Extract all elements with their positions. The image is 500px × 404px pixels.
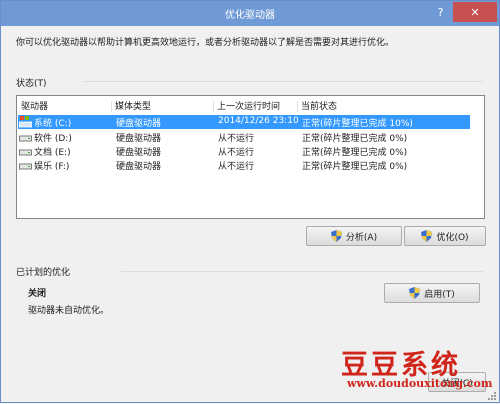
analyze-button-label: 分析(A) [345,232,378,243]
drive-last-run: 2014/12/26 23:10 [218,116,299,126]
drive-list[interactable]: 驱动器 媒体类型 上一次运行时间 当前状态 系统 (C:) 硬盘驱动器 2014… [16,95,485,219]
drive-name: 娱乐 (F:) [34,162,70,172]
window-title: 优化驱动器 [225,10,275,21]
uac-shield-icon [330,230,342,242]
drive-last-run: 从不运行 [218,134,255,144]
scheduled-note: 驱动器未自动优化。 [28,306,110,316]
drive-list-header: 驱动器 媒体类型 上一次运行时间 当前状态 [17,99,484,114]
drive-media-type: 硬盘驱动器 [116,134,162,144]
hard-drive-icon [19,159,32,174]
drive-status: 正常(碎片整理已完成 0%) [302,162,408,172]
status-section-label: 状态(T) [16,79,47,89]
column-header-last-run[interactable]: 上一次运行时间 [217,99,280,112]
drive-row-f[interactable]: 娱乐 (F:) 硬盘驱动器 从不运行 正常(碎片整理已完成 0%) [18,158,470,172]
system-drive-icon [18,116,33,131]
resize-grip-icon[interactable] [485,389,497,401]
optimize-button[interactable]: 优化(O) [404,226,486,246]
drive-row-e[interactable]: 文档 (E:) 硬盘驱动器 从不运行 正常(碎片整理已完成 0%) [18,144,470,158]
description-text: 你可以优化驱动器以帮助计算机更高效地运行，或者分析驱动器以了解是否需要对其进行优… [16,38,395,48]
drive-list-scrollbar[interactable] [471,96,483,218]
drive-row-d[interactable]: 软件 (D:) 硬盘驱动器 从不运行 正常(碎片整理已完成 0%) [18,130,470,144]
uac-shield-icon [409,287,421,299]
close-window-button[interactable]: ✕ [453,2,497,22]
column-divider [213,101,214,112]
column-divider [111,101,112,112]
drive-media-type: 硬盘驱动器 [116,162,162,172]
enable-button-label: 启用(T) [424,289,455,300]
analyze-button[interactable]: 分析(A) [306,226,402,246]
scheduled-optimization-label: 已计划的优化 [16,268,71,278]
column-header-media-type[interactable]: 媒体类型 [115,99,151,112]
title-bar[interactable]: 优化驱动器 ? ✕ [1,1,499,26]
drive-row-c[interactable]: 系统 (C:) 硬盘驱动器 2014/12/26 23:10 正常(碎片整理已完… [18,115,470,129]
status-divider [83,81,483,82]
enable-button[interactable]: 启用(T) [384,283,480,303]
scheduled-state: 关闭 [28,289,47,299]
uac-shield-icon [421,230,433,242]
drive-last-run: 从不运行 [218,162,255,172]
drive-status: 正常(碎片整理已完成 0%) [302,134,408,144]
optimize-button-label: 优化(O) [436,232,469,243]
optimize-drives-window: 优化驱动器 ? ✕ 你可以优化驱动器以帮助计算机更高效地运行，或者分析驱动器以了… [0,0,500,403]
drive-name: 系统 (C:) [34,119,72,129]
drive-media-type: 硬盘驱动器 [116,119,162,129]
drive-media-type: 硬盘驱动器 [116,148,162,158]
drive-name: 软件 (D:) [34,134,72,144]
drive-name: 文档 (E:) [34,148,71,158]
drive-status: 正常(碎片整理已完成 0%) [302,148,408,158]
column-header-current-status[interactable]: 当前状态 [301,99,337,112]
help-button[interactable]: ? [428,2,453,22]
drive-status: 正常(碎片整理已完成 10%) [302,119,413,129]
column-divider [297,101,298,112]
scheduled-divider [121,271,483,272]
watermark-url: www.doudouxitong.com [347,377,493,390]
drive-last-run: 从不运行 [218,148,255,158]
column-header-drive[interactable]: 驱动器 [21,99,48,112]
